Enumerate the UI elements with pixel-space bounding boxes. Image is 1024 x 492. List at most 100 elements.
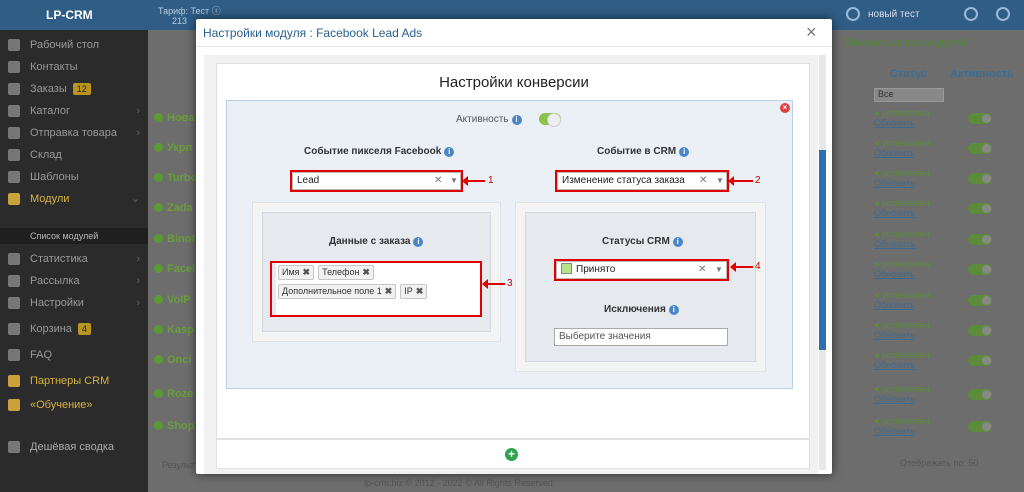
catalog-icon xyxy=(8,105,20,117)
info-icon[interactable]: i xyxy=(511,115,522,125)
star-icon xyxy=(8,441,20,453)
annotation-number-3: 3 xyxy=(507,278,513,289)
settings-icon xyxy=(8,297,20,309)
app-logo[interactable]: LP-CRM xyxy=(46,8,93,22)
info-icon[interactable]: i xyxy=(679,147,690,157)
update-link[interactable]: Обновить xyxy=(874,118,915,128)
sidebar-item-settings[interactable]: Настройки › xyxy=(0,292,148,314)
sidebar-item-cart[interactable]: Корзина 4 xyxy=(0,318,148,340)
templates-icon xyxy=(8,171,20,183)
annotation-number-4: 4 xyxy=(755,261,761,272)
module-active-toggle[interactable] xyxy=(968,113,992,124)
chevron-right-icon: › xyxy=(136,253,140,265)
video-icon xyxy=(8,399,20,411)
bell-icon[interactable] xyxy=(964,7,978,21)
status-filter-select[interactable]: Все xyxy=(874,88,944,102)
close-icon[interactable]: × xyxy=(806,22,817,43)
module-row-name[interactable]: Kasp xyxy=(154,324,194,336)
module-row-name[interactable]: Binot xyxy=(154,233,195,245)
scrollbar-thumb[interactable] xyxy=(819,150,826,350)
module-row-name[interactable]: Facel xyxy=(154,263,195,275)
module-row-status: ● установлен Обновить xyxy=(874,198,930,218)
update-link[interactable]: Обновить xyxy=(874,330,915,340)
annotation-arrow-2 xyxy=(728,176,753,186)
check-circle-icon xyxy=(154,325,163,334)
module-row-name[interactable]: Zada xyxy=(154,202,193,214)
module-active-toggle[interactable] xyxy=(968,325,992,336)
module-active-toggle[interactable] xyxy=(968,295,992,306)
chevron-right-icon: › xyxy=(136,105,140,117)
module-row-status: ● установлен Обновить xyxy=(874,290,930,310)
check-circle-icon xyxy=(154,264,163,273)
update-link[interactable]: Обновить xyxy=(874,178,915,188)
module-active-toggle[interactable] xyxy=(968,421,992,432)
sidebar-item-templates[interactable]: Шаблоны xyxy=(0,166,148,188)
check-circle-icon xyxy=(154,355,163,364)
refresh-modules-button[interactable]: Обновить список модулей xyxy=(844,38,966,49)
update-link[interactable]: Обновить xyxy=(874,239,915,249)
module-row-name[interactable]: Укрп xyxy=(154,142,192,154)
module-row-name[interactable]: VoIP xyxy=(154,294,191,306)
module-active-toggle[interactable] xyxy=(968,355,992,366)
module-row-name[interactable]: Onci xyxy=(154,354,191,366)
power-icon[interactable] xyxy=(996,7,1010,21)
info-icon[interactable]: i xyxy=(413,237,424,247)
module-active-toggle[interactable] xyxy=(968,173,992,184)
orders-badge: 12 xyxy=(72,83,91,95)
sidebar-item-faq[interactable]: FAQ xyxy=(0,344,148,366)
sidebar-item-stats[interactable]: Статистика › xyxy=(0,248,148,270)
sidebar-item-mailing[interactable]: Рассылка › xyxy=(0,270,148,292)
sidebar-item-shipping[interactable]: Отправка товара › xyxy=(0,122,148,144)
module-active-toggle[interactable] xyxy=(968,389,992,400)
activity-toggle[interactable] xyxy=(539,113,561,127)
sidebar-item-modules[interactable]: Модули ⌄ xyxy=(0,188,148,210)
sidebar-item-summary[interactable]: Дешёвая сводка xyxy=(0,436,148,458)
sidebar-item-orders[interactable]: Заказы 12 xyxy=(0,78,148,100)
per-page-control[interactable]: Отображать по: 50 xyxy=(900,458,978,468)
results-label: Результ xyxy=(162,460,195,470)
sidebar: Рабочий стол Контакты Заказы 12 Каталог › … xyxy=(0,30,148,492)
update-link[interactable]: Обновить xyxy=(874,360,915,370)
update-link[interactable]: Обновить xyxy=(874,269,915,279)
user-icon[interactable] xyxy=(846,7,860,21)
module-row-name[interactable]: Turbo xyxy=(154,172,197,184)
module-row-status: ● установлен Обновить xyxy=(874,259,930,279)
sidebar-item-contacts[interactable]: Контакты xyxy=(0,56,148,78)
update-link[interactable]: Обновить xyxy=(874,208,915,218)
add-conversion-button[interactable]: + xyxy=(505,448,518,461)
column-status-header[interactable]: Статус xyxy=(890,68,927,80)
info-icon[interactable]: i xyxy=(444,147,455,157)
check-circle-icon xyxy=(154,421,163,430)
modal-scrollbar[interactable] xyxy=(819,55,826,470)
module-row-name[interactable]: Shop xyxy=(154,420,195,432)
sidebar-item-module-list[interactable]: Список модулей xyxy=(0,228,148,244)
crm-event-label: Событие в CRM i xyxy=(597,146,690,157)
exceptions-input[interactable]: Выберите значения xyxy=(554,328,728,346)
exceptions-label: Исключения i xyxy=(604,304,679,315)
sidebar-item-catalog[interactable]: Каталог › xyxy=(0,100,148,122)
module-active-toggle[interactable] xyxy=(968,143,992,154)
stats-icon xyxy=(8,253,20,265)
user-name[interactable]: новый тест xyxy=(868,9,920,20)
info-icon[interactable]: i xyxy=(672,237,683,247)
update-link[interactable]: Обновить xyxy=(874,300,915,310)
update-link[interactable]: Обновить xyxy=(874,394,915,404)
column-activity-header[interactable]: Активность xyxy=(950,68,1014,80)
update-link[interactable]: Обновить xyxy=(874,426,915,436)
module-row-name[interactable]: Roze xyxy=(154,388,193,400)
sidebar-item-desktop[interactable]: Рабочий стол xyxy=(0,34,148,56)
remove-conversion-icon[interactable]: × xyxy=(780,103,790,113)
update-link[interactable]: Обновить xyxy=(874,148,915,158)
truck-icon xyxy=(8,127,20,139)
module-row-name[interactable]: Нова xyxy=(154,112,194,124)
sidebar-item-learning[interactable]: «Обучение» xyxy=(0,394,148,416)
module-active-toggle[interactable] xyxy=(968,234,992,245)
module-row-status: ● установлен Обновить xyxy=(874,384,930,404)
info-icon[interactable]: i xyxy=(668,305,679,315)
check-circle-icon xyxy=(154,173,163,182)
annotation-arrow-1 xyxy=(462,176,485,186)
module-active-toggle[interactable] xyxy=(968,203,992,214)
sidebar-item-partners[interactable]: Партнеры CRM xyxy=(0,370,148,392)
module-active-toggle[interactable] xyxy=(968,264,992,275)
sidebar-item-warehouse[interactable]: Склад xyxy=(0,144,148,166)
